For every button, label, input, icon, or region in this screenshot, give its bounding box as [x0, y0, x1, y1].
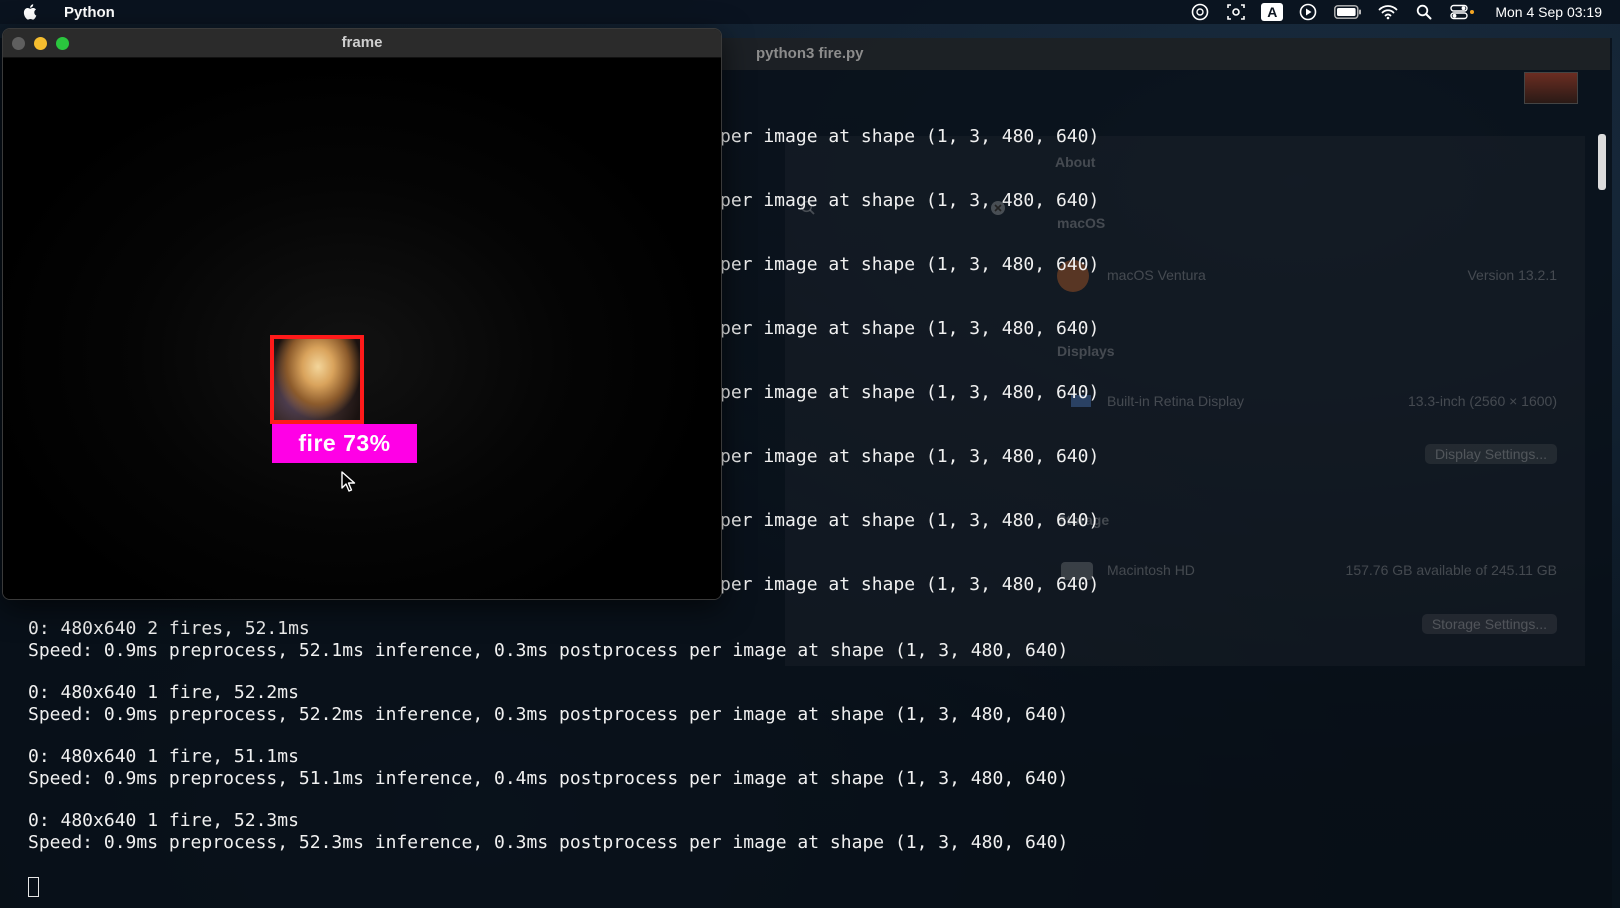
display-name: Built-in Retina Display: [1107, 393, 1244, 409]
terminal-log-line: 0: 480x640 2 fires, 52.1ms: [28, 618, 310, 639]
input-source-icon[interactable]: A: [1261, 3, 1284, 21]
terminal-log-line: 0: 480x640 1 fire, 52.2ms: [28, 682, 299, 703]
macos-heading: macOS: [1057, 215, 1106, 231]
display-settings-button: Display Settings...: [1424, 444, 1557, 464]
terminal-titlebar[interactable]: python3 fire.py: [700, 38, 1610, 70]
terminal-line-partial: per image at shape (1, 3, 480, 640): [720, 382, 1100, 403]
mouse-pointer-icon: [341, 471, 356, 492]
macos-version: Version 13.2.1: [1467, 267, 1557, 283]
macos-name: macOS Ventura: [1107, 267, 1206, 283]
video-frame[interactable]: fire 73%: [3, 58, 721, 599]
control-center-icon[interactable]: [1449, 3, 1477, 21]
terminal-cursor: [28, 877, 39, 897]
frame-titlebar[interactable]: frame: [3, 29, 721, 58]
terminal-log-line: 0: 480x640 1 fire, 51.1ms: [28, 746, 299, 767]
wifi-icon[interactable]: [1377, 3, 1399, 21]
disk-info: 157.76 GB available of 245.11 GB: [1345, 562, 1557, 578]
terminal-line-partial: per image at shape (1, 3, 480, 640): [720, 510, 1100, 531]
detection-label: fire 73%: [272, 424, 417, 463]
active-app-name[interactable]: Python: [64, 4, 115, 21]
terminal-line-partial: per image at shape (1, 3, 480, 640): [720, 254, 1100, 275]
creative-cloud-icon[interactable]: [1189, 3, 1211, 21]
storage-settings-button: Storage Settings...: [1421, 614, 1557, 634]
frame-title: frame: [341, 34, 383, 51]
window-thumbnail: [1524, 72, 1578, 104]
menu-bar: Python A Mon 4 Sep 03:19: [0, 0, 1620, 24]
displays-heading: Displays: [1057, 343, 1115, 359]
about-title: About: [1055, 154, 1096, 170]
terminal-log-line: Speed: 0.9ms preprocess, 52.1ms inferenc…: [28, 640, 1069, 661]
terminal-line-partial: per image at shape (1, 3, 480, 640): [720, 318, 1100, 339]
terminal-log-line: Speed: 0.9ms preprocess, 52.2ms inferenc…: [28, 704, 1069, 725]
terminal-line-partial: per image at shape (1, 3, 480, 640): [720, 446, 1100, 467]
frame-window[interactable]: frame fire 73%: [2, 28, 722, 600]
terminal-log-line: Speed: 0.9ms preprocess, 52.3ms inferenc…: [28, 832, 1069, 853]
terminal-line-partial: per image at shape (1, 3, 480, 640): [720, 190, 1100, 211]
battery-icon[interactable]: [1333, 3, 1363, 21]
menubar-clock[interactable]: Mon 4 Sep 03:19: [1495, 4, 1602, 20]
terminal-line-partial: per image at shape (1, 3, 480, 640): [720, 126, 1100, 147]
apple-icon[interactable]: [22, 3, 40, 21]
terminal-log-line: 0: 480x640 1 fire, 52.3ms: [28, 810, 299, 831]
detection-bounding-box: [270, 335, 364, 424]
spotlight-icon[interactable]: [1413, 3, 1435, 21]
disk-name: Macintosh HD: [1107, 562, 1195, 578]
terminal-scrollbar[interactable]: [1598, 134, 1606, 190]
terminal-title: python3 fire.py: [756, 45, 864, 62]
terminal-line-partial: per image at shape (1, 3, 480, 640): [720, 574, 1100, 595]
screenshot-icon[interactable]: [1225, 3, 1247, 21]
play-icon[interactable]: [1297, 3, 1319, 21]
display-spec: 13.3-inch (2560 × 1600): [1407, 393, 1557, 409]
menu-extras: A Mon 4 Sep 03:19: [1189, 0, 1602, 24]
terminal-log-line: Speed: 0.9ms preprocess, 51.1ms inferenc…: [28, 768, 1069, 789]
